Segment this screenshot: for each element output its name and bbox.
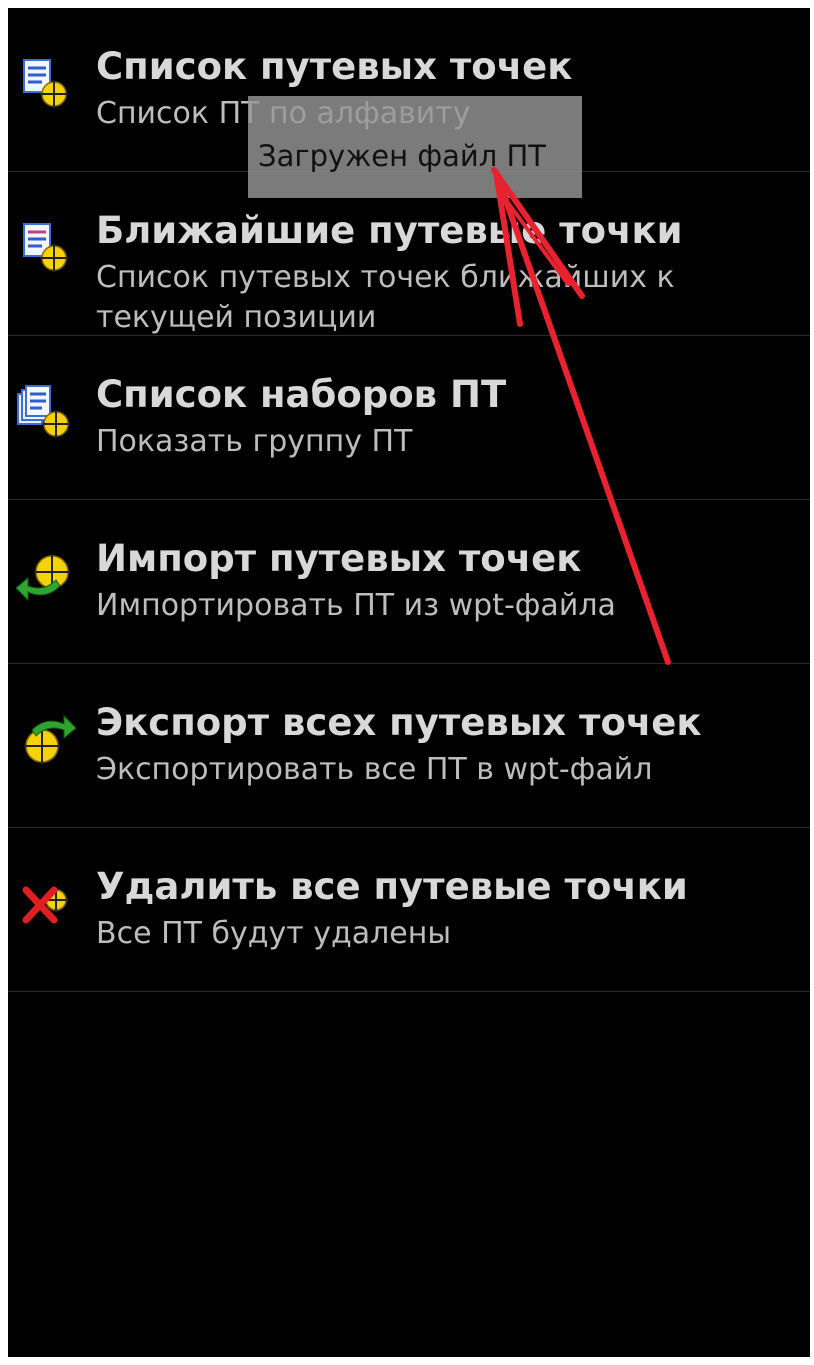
menu-item-subtitle: Все ПТ будут удалены — [96, 916, 452, 951]
menu-item-delete-waypoints[interactable]: Удалить все путевые точки Все ПТ будут у… — [8, 828, 810, 992]
menu-item-title: Удалить все путевые точки — [96, 865, 688, 908]
menu-item-subtitle: Импортировать ПТ из wpt-файла — [96, 588, 616, 623]
menu-item-waypoint-sets[interactable]: Список наборов ПТ Показать группу ПТ — [8, 336, 810, 500]
menu-item-import-waypoints[interactable]: Импорт путевых точек Импортировать ПТ из… — [8, 500, 810, 664]
menu-item-subtitle: Экспортировать все ПТ в wpt-файл — [96, 752, 653, 787]
export-waypoints-icon — [16, 710, 77, 770]
import-waypoints-icon — [15, 546, 76, 606]
toast-message: Загружен файл ПТ — [258, 139, 547, 173]
menu-item-title: Экспорт всех путевых точек — [96, 701, 702, 744]
toast-notification: Загружен файл ПТ — [248, 96, 582, 198]
menu-item-title: Список путевых точек — [96, 45, 573, 88]
menu-item-subtitle: Список путевых точек ближайших к текущей… — [96, 260, 675, 335]
waypoint-list-icon — [16, 54, 76, 114]
menu-item-title: Ближайшие путевые точки — [96, 209, 683, 252]
menu-item-title: Импорт путевых точек — [96, 537, 582, 580]
menu-item-title: Список наборов ПТ — [96, 373, 507, 416]
nearest-waypoints-icon — [16, 218, 76, 278]
waypoint-sets-icon — [16, 382, 76, 442]
menu-item-export-waypoints[interactable]: Экспорт всех путевых точек Экспортироват… — [8, 664, 810, 828]
menu-item-subtitle: Показать группу ПТ — [96, 424, 413, 459]
delete-waypoints-icon — [16, 874, 76, 934]
app-screen: Список путевых точек Список ПТ по алфави… — [8, 8, 810, 1357]
